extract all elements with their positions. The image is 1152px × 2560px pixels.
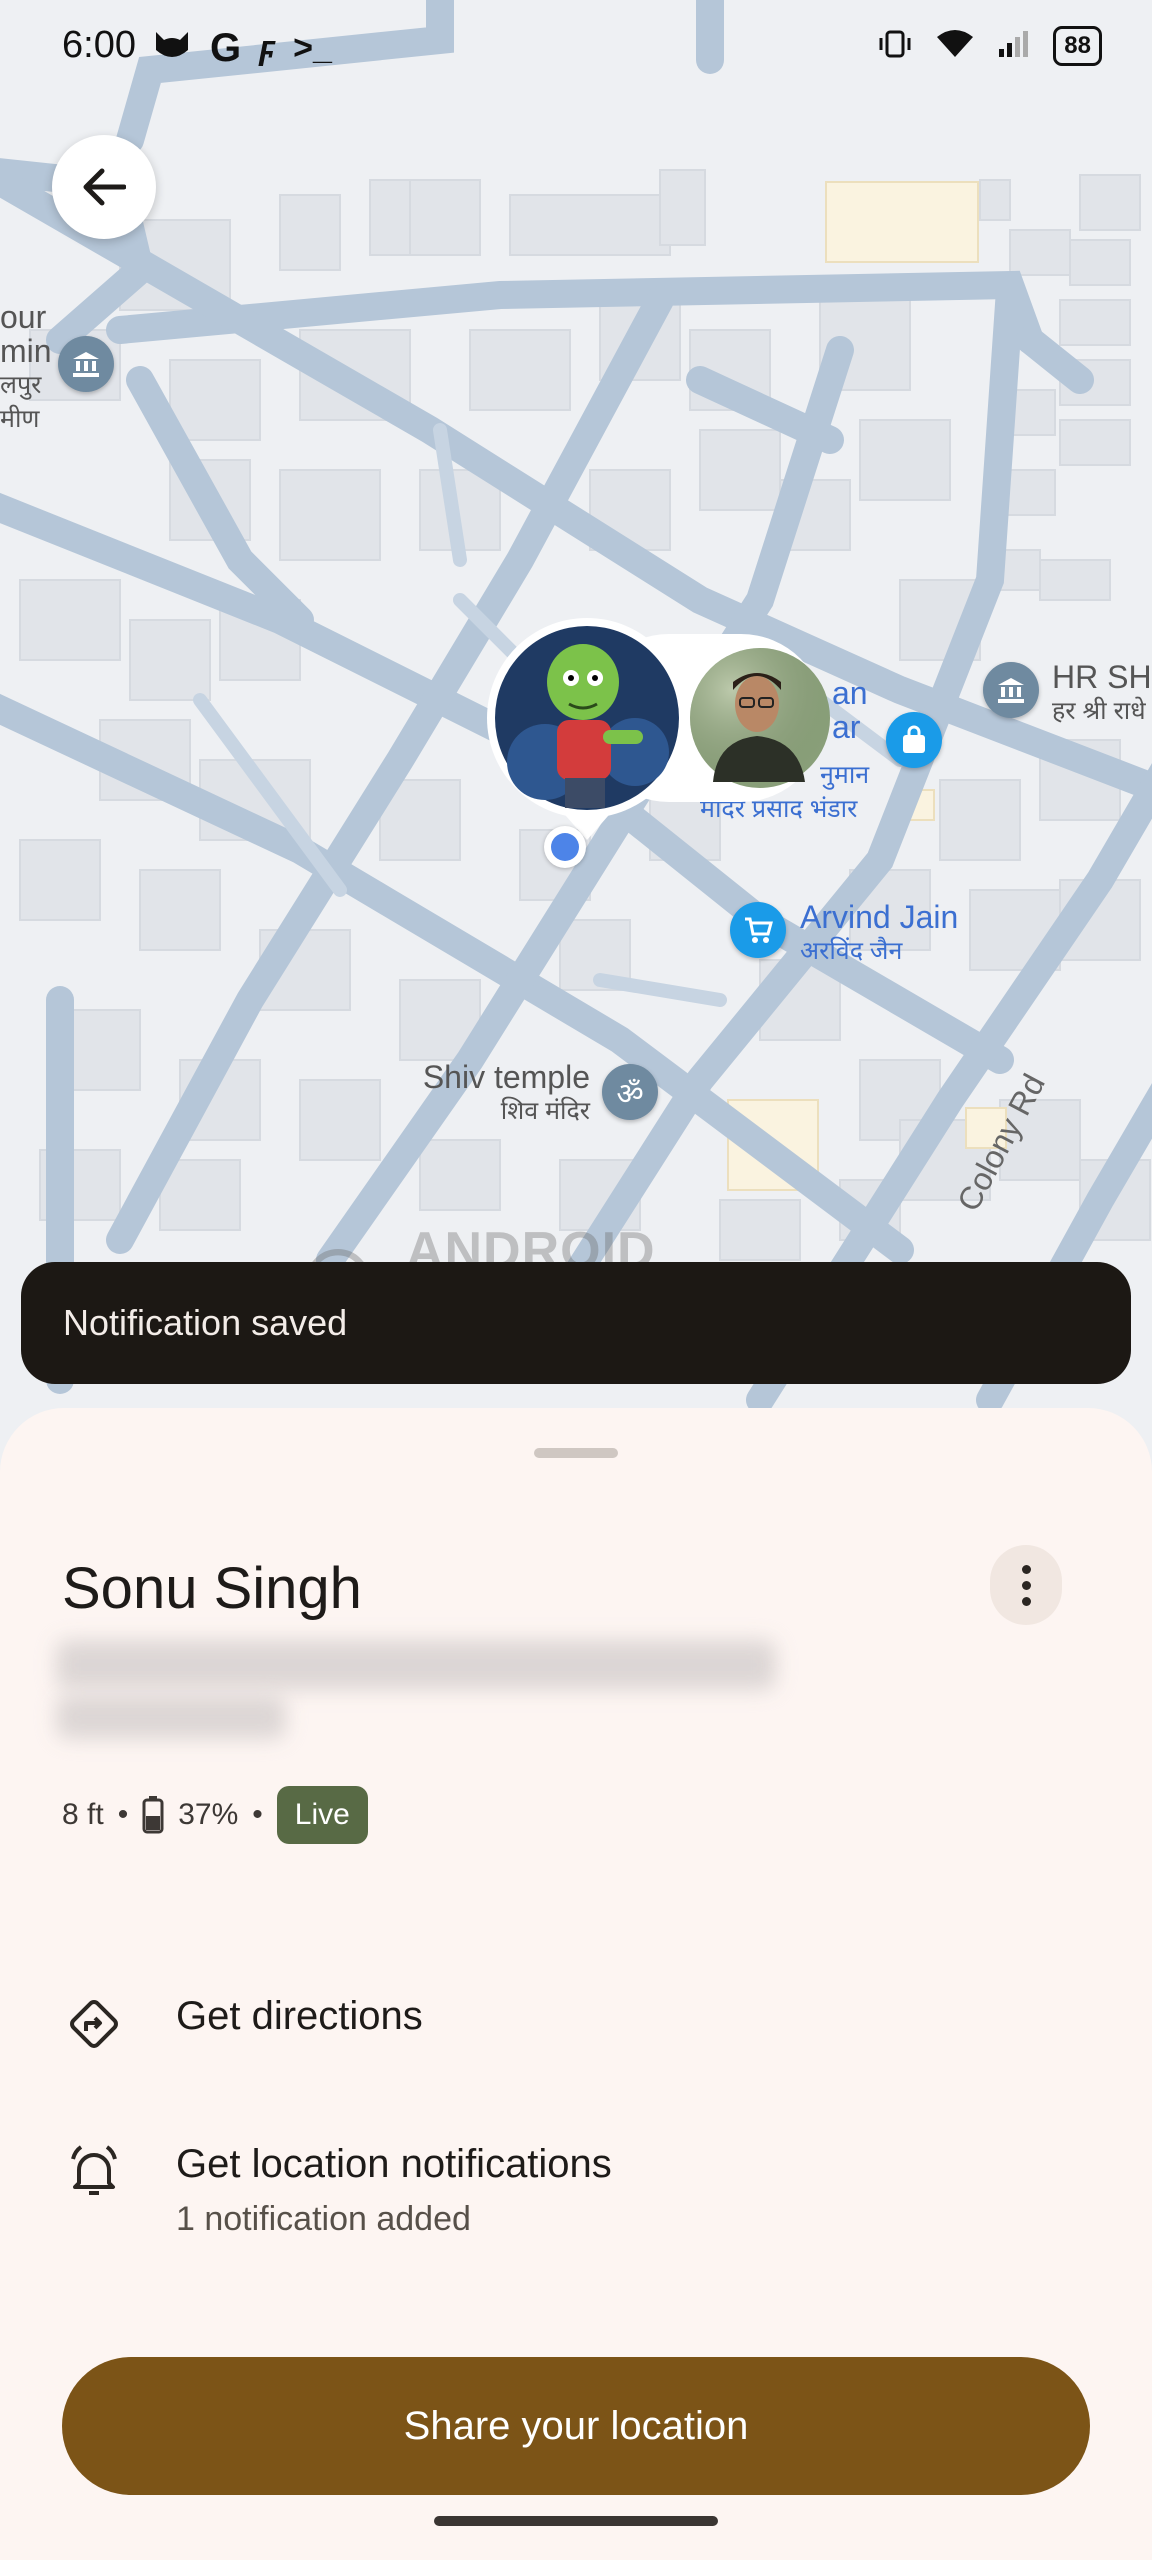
status-time: 6:00 <box>62 24 136 66</box>
place-name: HR SH <box>1052 659 1152 695</box>
directions-icon <box>62 1992 126 2056</box>
current-location-dot-icon <box>544 826 586 868</box>
more-vert-icon <box>1021 1564 1031 1574</box>
place-label-arvind-jain[interactable]: Arvind Jain अरविंद जैन <box>800 900 958 968</box>
get-directions-label: Get directions <box>176 1994 423 2038</box>
snackbar: Notification saved <box>21 1262 1131 1384</box>
status-row: 8 ft • 37% • Live <box>62 1784 368 1846</box>
shopping-cart-pin-icon[interactable] <box>730 902 786 958</box>
place-sub: हर श्री राधे <box>1052 697 1146 725</box>
bell-icon <box>62 2140 126 2204</box>
live-badge: Live <box>276 1786 368 1844</box>
location-notifications-row[interactable]: Get location notifications 1 notificatio… <box>62 2140 612 2239</box>
arrow-back-icon <box>83 168 126 206</box>
blurred-address <box>56 1640 776 1690</box>
more-options-button[interactable] <box>990 1545 1062 1625</box>
place-name: our <box>0 299 47 335</box>
status-right-icons: 88 <box>877 26 1102 66</box>
drag-handle[interactable] <box>534 1448 618 1458</box>
place-label-hr-sh[interactable]: HR SH हर श्री राधे <box>1052 660 1152 728</box>
shopping-bag-pin-icon[interactable] <box>886 712 942 768</box>
get-directions-row[interactable]: Get directions <box>62 1992 423 2056</box>
google-g-icon: G <box>210 26 242 70</box>
separator-dot: • <box>117 1798 129 1831</box>
museum-pin-icon[interactable] <box>983 662 1039 718</box>
status-left-icons: G ϝ >_ <box>152 26 332 71</box>
place-name: Arvind Jain <box>800 899 959 935</box>
snackbar-message: Notification saved <box>63 1302 348 1343</box>
battery-icon: 88 <box>1053 26 1102 66</box>
back-button[interactable] <box>52 135 156 239</box>
location-notifications-sublabel: 1 notification added <box>176 2200 471 2238</box>
place-sub-line2: मीण <box>0 405 40 433</box>
location-notifications-label: Get location notifications <box>176 2142 612 2186</box>
wifi-icon <box>935 29 975 64</box>
status-bar: 6:00 G ϝ >_ 88 <box>0 0 1152 100</box>
friends-avatar-cluster[interactable] <box>485 612 845 840</box>
vibrate-icon <box>877 29 913 64</box>
blurred-address-line2 <box>56 1695 286 1739</box>
place-sub: शिव मंदिर <box>500 1097 590 1125</box>
separator-dot: • <box>252 1798 263 1831</box>
signal-icon <box>997 29 1031 64</box>
place-name-line2: min <box>0 333 52 369</box>
place-sub: अरविंद जैन <box>800 937 903 965</box>
place-label-museum-left[interactable]: our min लपुर मीण <box>0 300 52 436</box>
place-label-shiv-temple[interactable]: Shiv temple शिव मंदिर <box>404 1060 590 1128</box>
battery-level-icon <box>142 1796 164 1834</box>
distance: 8 ft <box>62 1798 104 1831</box>
person-name: Sonu Singh <box>62 1556 362 1621</box>
place-name: Shiv temple <box>422 1059 590 1095</box>
place-sub: लपुर <box>0 371 42 399</box>
terminal-icon: >_ <box>293 29 332 67</box>
cat-icon <box>152 28 192 69</box>
temple-pin-icon[interactable]: ॐ <box>602 1064 658 1120</box>
battery-percent: 37% <box>178 1798 239 1831</box>
zombie-avatar <box>495 626 679 810</box>
flash-icon: ϝ <box>259 29 276 67</box>
person-avatar <box>690 648 830 788</box>
home-indicator[interactable] <box>434 2516 718 2526</box>
share-location-button[interactable]: Share your location <box>62 2357 1090 2495</box>
museum-pin-icon[interactable] <box>58 336 114 392</box>
